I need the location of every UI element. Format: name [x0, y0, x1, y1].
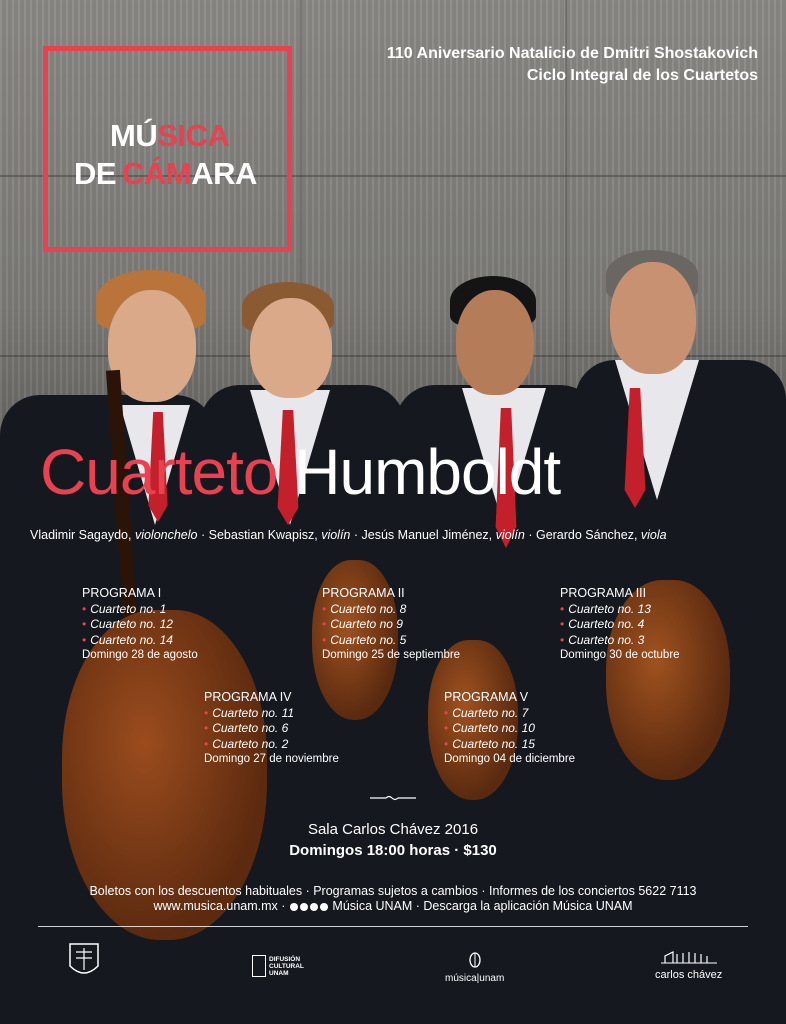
ticket-info: Boletos con los descuentos habituales · …: [89, 884, 697, 898]
wall-joint: [565, 0, 567, 420]
program-title: PROGRAMA I: [82, 586, 162, 600]
web-social-line: www.musica.unam.mx · Música UNAM · Desca…: [0, 899, 786, 913]
carlos-chavez-text: carlos chávez: [655, 969, 723, 981]
bullet-icon: •: [444, 736, 449, 751]
cycle-heading: Ciclo Integral de los Cuartetos: [526, 67, 758, 84]
separator: ·: [200, 528, 206, 542]
bullet-icon: •: [560, 617, 565, 631]
member-role: viola: [640, 528, 667, 542]
member-role: violín: [321, 528, 351, 542]
concert-poster: MÚSICA DE CÁMARA 110 Aniversario Natalici…: [0, 0, 786, 1024]
logo-de: DE: [74, 156, 117, 191]
program-block: PROGRAMA I • Cuarteto no. 1 • Cuarteto no.…: [82, 586, 198, 664]
program-date: Domingo 28 de agosto: [82, 649, 198, 661]
bullet-icon: •: [444, 705, 449, 720]
anniversary-heading: 110 Aniversario Natalicio de Dmitri Shos…: [386, 45, 758, 62]
program-work: • Cuarteto no. 11: [204, 705, 295, 720]
difusion-line: CULTURAL: [269, 962, 304, 970]
member-role: violín: [495, 528, 525, 542]
bullet-icon: •: [82, 632, 87, 647]
musician-face: [610, 262, 696, 374]
program-title: PROGRAMA IV: [204, 690, 292, 704]
program-work: • Cuarteto no 9: [322, 617, 403, 631]
logo-word-camara: DE CÁMARA: [74, 156, 257, 192]
program-work: • Cuarteto no. 13: [560, 601, 651, 616]
member-role: violonchelo: [134, 528, 198, 542]
program-work: • Cuarteto no. 5: [322, 632, 407, 647]
program-date: Domingo 04 de diciembre: [444, 753, 576, 765]
difusion-cultural-logo: DIFUSIÓN CULTURAL UNAM: [252, 955, 304, 977]
bullet-icon: •: [204, 736, 209, 751]
member-name: Jesús Manuel Jiménez,: [361, 528, 493, 542]
logo-musica-part2: SICA: [157, 118, 230, 153]
logo-camara-part2: ARA: [191, 156, 257, 191]
program-block: PROGRAMA V • Cuarteto no. 7 • Cuarteto no.…: [444, 690, 575, 768]
musician-face: [456, 290, 534, 395]
ornament-divider: [370, 795, 416, 801]
member-name: Gerardo Sánchez,: [535, 528, 638, 542]
social-handle: Música UNAM · Descarga la aplicación Mús…: [332, 899, 633, 913]
member-name: Vladimir Sagaydo,: [30, 528, 132, 542]
website-link[interactable]: www.musica.unam.mx ·: [153, 899, 285, 913]
bullet-icon: •: [322, 617, 327, 631]
program-work: • Cuarteto no. 12: [82, 617, 173, 631]
carlos-chavez-mark: [660, 951, 717, 964]
bullet-icon: •: [82, 617, 87, 631]
program-work: • Cuarteto no. 10: [444, 721, 535, 735]
program-date: Domingo 30 de octubre: [560, 649, 680, 661]
musician-face: [108, 290, 196, 402]
program-work: • Cuarteto no. 4: [560, 617, 645, 631]
program-date: Domingo 27 de noviembre: [204, 753, 339, 765]
program-title: PROGRAMA II: [322, 586, 405, 600]
title-humboldt: Humboldt: [294, 436, 561, 508]
separator: ·: [528, 528, 533, 542]
bullet-icon: •: [560, 601, 565, 616]
program-work: • Cuarteto no. 1: [82, 601, 167, 616]
ensemble-title: Cuarteto Humboldt: [40, 440, 561, 504]
musica-unam-mark: [468, 952, 481, 968]
program-work: • Cuarteto no. 15: [444, 736, 535, 751]
members-line: Vladimir Sagaydo, violonchelo · Sebastia…: [30, 528, 667, 542]
twitter-icon[interactable]: [299, 902, 308, 911]
bullet-icon: •: [322, 601, 327, 616]
schedule-price: Domingos 18:00 horas · $130: [289, 842, 497, 859]
logo-word-musica: MÚSICA: [110, 118, 230, 154]
member-name: Sebastian Kwapisz,: [208, 528, 318, 542]
bullet-icon: •: [444, 721, 449, 735]
logo-camara-part1: CÁM: [122, 156, 192, 191]
bullet-icon: •: [82, 601, 87, 616]
carlos-chavez-logo: carlos chávez: [655, 950, 722, 981]
difusion-mark: [252, 955, 266, 977]
program-work: • Cuarteto no. 14: [82, 632, 173, 647]
instagram-icon[interactable]: [319, 902, 328, 911]
program-title: PROGRAMA III: [560, 586, 647, 600]
facebook-icon[interactable]: [289, 902, 298, 911]
musica-unam-text: música|unam: [445, 973, 505, 984]
unam-crest-logo: [69, 943, 99, 974]
program-block: PROGRAMA IV • Cuarteto no. 11 • Cuarteto n…: [204, 690, 339, 768]
youtube-icon[interactable]: [309, 902, 318, 911]
logo-musica-part1: MÚ: [110, 118, 158, 153]
musica-unam-logo: música|unam: [445, 952, 504, 984]
difusion-line: UNAM: [269, 969, 289, 977]
program-work: • Cuarteto no. 2: [204, 736, 289, 751]
bullet-icon: •: [560, 632, 565, 647]
program-work: • Cuarteto no. 7: [444, 705, 529, 720]
musician-face: [250, 298, 332, 398]
program-date: Domingo 25 de septiembre: [322, 649, 461, 661]
bullet-icon: •: [322, 632, 327, 647]
footer-divider: [38, 926, 748, 927]
separator: ·: [353, 528, 359, 542]
program-block: PROGRAMA III • Cuarteto no. 13 • Cuarteto …: [560, 586, 680, 664]
difusion-line: DIFUSIÓN: [269, 955, 301, 963]
bullet-icon: •: [204, 705, 209, 720]
bullet-icon: •: [204, 721, 209, 735]
program-title: PROGRAMA V: [444, 690, 529, 704]
title-cuarteto: Cuarteto: [40, 436, 278, 508]
program-work: • Cuarteto no. 8: [322, 601, 407, 616]
program-work: • Cuarteto no. 6: [204, 721, 289, 735]
program-block: PROGRAMA II • Cuarteto no. 8 • Cuarteto no…: [322, 586, 460, 664]
venue-name: Sala Carlos Chávez 2016: [307, 821, 479, 838]
program-work: • Cuarteto no. 3: [560, 632, 645, 647]
